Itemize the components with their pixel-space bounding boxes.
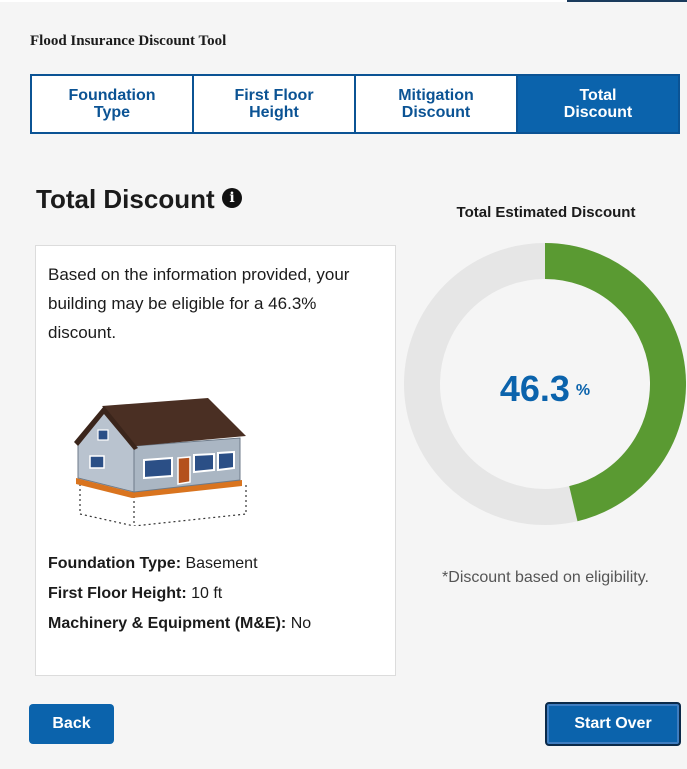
donut-title: Total Estimated Discount [456, 204, 636, 221]
tab-mitigation-discount[interactable]: Mitigation Discount [356, 76, 518, 132]
top-border-accent [567, 0, 687, 2]
eligibility-note: *Discount based on eligibility. [442, 569, 649, 586]
summary-card: Based on the information provided, your … [35, 245, 396, 676]
first-floor-height-row: First Floor Height: 10 ft [48, 585, 223, 602]
foundation-type-value: Basement [185, 555, 258, 572]
foundation-type-row: Foundation Type: Basement [48, 555, 258, 572]
tool-title: Flood Insurance Discount Tool [30, 33, 227, 49]
tab-first-floor-height[interactable]: First Floor Height [194, 76, 356, 132]
back-button[interactable]: Back [29, 704, 114, 744]
discount-value: 46.3% [404, 368, 686, 410]
discount-number: 46.3 [499, 368, 570, 409]
tab-foundation-type[interactable]: Foundation Type [32, 76, 194, 132]
me-value: No [290, 615, 312, 632]
first-floor-height-value: 10 ft [191, 585, 223, 602]
section-title: Total Discount [36, 184, 215, 214]
step-tabs: Foundation Type First Floor Height Mitig… [30, 74, 680, 134]
discount-unit: % [575, 382, 591, 399]
detail-list: Foundation Type: Basement First Floor He… [48, 549, 311, 639]
me-row: Machinery & Equipment (M&E): No [48, 615, 312, 632]
top-edge [0, 0, 687, 4]
summary-text: Based on the information provided, your … [48, 265, 350, 342]
house-illustration [74, 398, 247, 526]
info-icon[interactable]: i [222, 188, 242, 208]
tab-total-discount[interactable]: Total Discount [518, 76, 678, 132]
start-over-button[interactable]: Start Over [545, 702, 681, 746]
